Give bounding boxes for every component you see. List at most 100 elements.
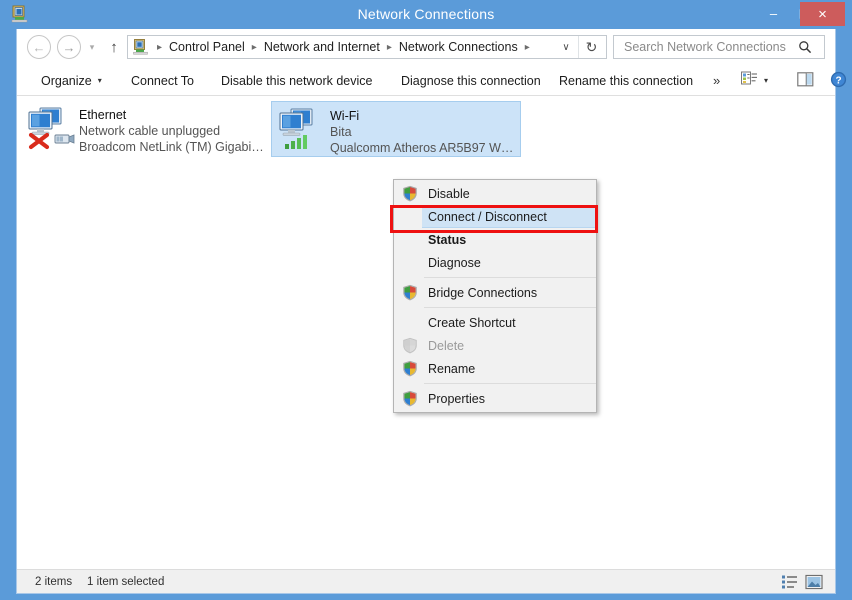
disable-device-button[interactable]: Disable this network device xyxy=(213,66,380,95)
back-button[interactable]: ← xyxy=(27,35,51,59)
connection-status: Network cable unplugged xyxy=(79,123,267,139)
context-menu: Disable Connect / Disconnect Status Diag… xyxy=(393,179,597,413)
connect-to-label: Connect To xyxy=(131,74,194,88)
breadcrumb-separator[interactable]: ▸ xyxy=(380,42,399,53)
menu-item-label: Connect / Disconnect xyxy=(428,210,547,224)
change-view-icon xyxy=(741,71,758,90)
connection-name: Ethernet xyxy=(79,107,267,123)
menu-item-disable[interactable]: Disable xyxy=(394,182,596,205)
rename-connection-label: Rename this connection xyxy=(559,74,693,88)
menu-separator xyxy=(424,277,596,278)
menu-item-delete: Delete xyxy=(394,334,596,357)
menu-item-create-shortcut[interactable]: Create Shortcut xyxy=(394,311,596,334)
up-arrow-icon: ↑ xyxy=(110,39,118,56)
breadcrumb-separator[interactable]: ▸ xyxy=(245,42,264,53)
back-arrow-icon: ← xyxy=(33,40,46,55)
uac-shield-icon xyxy=(402,284,418,301)
breadcrumb-control-panel[interactable]: Control Panel xyxy=(169,40,245,54)
rename-connection-button[interactable]: Rename this connection xyxy=(551,66,701,95)
address-bar: ← → ▾ ↑ ▸ Control Panel xyxy=(17,29,835,66)
recent-locations-button[interactable]: ▾ xyxy=(85,41,99,53)
diagnose-connection-label: Diagnose this connection xyxy=(401,74,541,88)
menu-item-label: Diagnose xyxy=(428,256,481,270)
menu-item-label: Create Shortcut xyxy=(428,316,516,330)
search-input[interactable] xyxy=(622,39,794,55)
large-icons-view-icon[interactable] xyxy=(805,574,823,590)
preview-pane-button[interactable] xyxy=(789,66,822,95)
organize-button[interactable]: Organize ▾ xyxy=(33,66,110,95)
forward-button[interactable]: → xyxy=(57,35,81,59)
menu-item-label: Status xyxy=(428,233,466,247)
chevron-down-icon: ▾ xyxy=(764,76,768,85)
minimize-icon: – xyxy=(758,0,789,27)
forward-arrow-icon: → xyxy=(63,40,76,55)
list-item-ethernet[interactable]: Ethernet Network cable unplugged Broadco… xyxy=(21,101,271,157)
signal-bars xyxy=(285,135,307,149)
address-history-dropdown[interactable]: ∨ xyxy=(556,36,576,58)
selection-count-label: 1 item selected xyxy=(87,570,164,594)
command-toolbar: Organize ▾ Connect To Disable this netwo… xyxy=(17,66,835,96)
help-icon: ? xyxy=(830,71,847,91)
search-box[interactable] xyxy=(613,35,825,59)
client-area: ← → ▾ ↑ ▸ Control Panel xyxy=(16,29,836,594)
toolbar-overflow-button[interactable]: » xyxy=(705,66,728,95)
up-button[interactable]: ↑ xyxy=(105,37,123,57)
uac-shield-icon xyxy=(402,185,418,202)
minimize-button[interactable]: – xyxy=(758,0,789,27)
menu-item-label: Bridge Connections xyxy=(428,286,537,300)
svg-text:?: ? xyxy=(835,75,841,86)
menu-item-properties[interactable]: Properties xyxy=(394,387,596,410)
network-connections-window: Network Connections – × ← → ▾ ↑ xyxy=(0,0,852,600)
menu-item-label: Properties xyxy=(428,392,485,406)
chevron-down-icon: ▾ xyxy=(90,42,95,53)
ethernet-adapter-icon xyxy=(25,105,75,151)
organize-label: Organize xyxy=(41,74,92,88)
menu-item-connect-disconnect[interactable]: Connect / Disconnect xyxy=(422,205,596,228)
menu-item-label: Delete xyxy=(428,339,464,353)
breadcrumb-network-and-internet[interactable]: Network and Internet xyxy=(264,40,380,54)
breadcrumb-network-connections[interactable]: Network Connections xyxy=(399,40,518,54)
uac-shield-icon xyxy=(402,390,418,407)
refresh-icon: ↻ xyxy=(586,39,598,56)
disable-device-label: Disable this network device xyxy=(221,74,372,88)
uac-shield-icon-disabled xyxy=(402,337,418,354)
menu-item-rename[interactable]: Rename xyxy=(394,357,596,380)
search-icon[interactable] xyxy=(794,36,816,58)
connect-to-button[interactable]: Connect To xyxy=(123,66,202,95)
menu-separator xyxy=(424,383,596,384)
title-bar: Network Connections – × xyxy=(0,0,852,29)
ethernet-details: Ethernet Network cable unplugged Broadco… xyxy=(79,105,267,155)
connection-name: Wi-Fi xyxy=(330,108,516,124)
connection-status: Bita xyxy=(330,124,516,140)
close-icon: × xyxy=(800,2,845,26)
chevron-down-icon: ∨ xyxy=(562,42,569,53)
menu-separator xyxy=(424,307,596,308)
connection-device: Qualcomm Atheros AR5B97 Wirel... xyxy=(330,140,516,156)
close-button[interactable]: × xyxy=(800,2,845,26)
menu-item-status[interactable]: Status xyxy=(394,228,596,251)
breadcrumb-separator: ▸ xyxy=(150,42,169,53)
window-title: Network Connections xyxy=(0,0,852,29)
menu-item-bridge-connections[interactable]: Bridge Connections xyxy=(394,281,596,304)
chevron-down-icon: ▾ xyxy=(98,76,102,85)
wifi-adapter-icon xyxy=(276,106,326,152)
menu-item-diagnose[interactable]: Diagnose xyxy=(394,251,596,274)
status-bar: 2 items 1 item selected xyxy=(17,569,835,593)
breadcrumb-separator-trailing[interactable]: ▸ xyxy=(518,42,537,53)
change-view-button[interactable]: ▾ xyxy=(733,66,776,95)
breadcrumb[interactable]: ▸ Control Panel ▸ Network and Internet ▸… xyxy=(127,35,607,59)
double-chevron-icon: » xyxy=(713,73,720,88)
connection-device: Broadcom NetLink (TM) Gigabit E... xyxy=(79,139,267,155)
menu-item-label: Disable xyxy=(428,187,470,201)
menu-item-label: Rename xyxy=(428,362,475,376)
list-item-wifi[interactable]: Wi-Fi Bita Qualcomm Atheros AR5B97 Wirel… xyxy=(271,101,521,157)
uac-shield-icon xyxy=(402,360,418,377)
item-count-label: 2 items xyxy=(35,570,72,594)
diagnose-connection-button[interactable]: Diagnose this connection xyxy=(393,66,549,95)
help-button[interactable]: ? xyxy=(822,66,852,95)
details-view-icon[interactable] xyxy=(781,574,799,590)
control-panel-icon xyxy=(132,38,150,56)
preview-pane-icon xyxy=(797,72,814,90)
refresh-button[interactable]: ↻ xyxy=(578,36,604,58)
wifi-details: Wi-Fi Bita Qualcomm Atheros AR5B97 Wirel… xyxy=(330,106,516,156)
